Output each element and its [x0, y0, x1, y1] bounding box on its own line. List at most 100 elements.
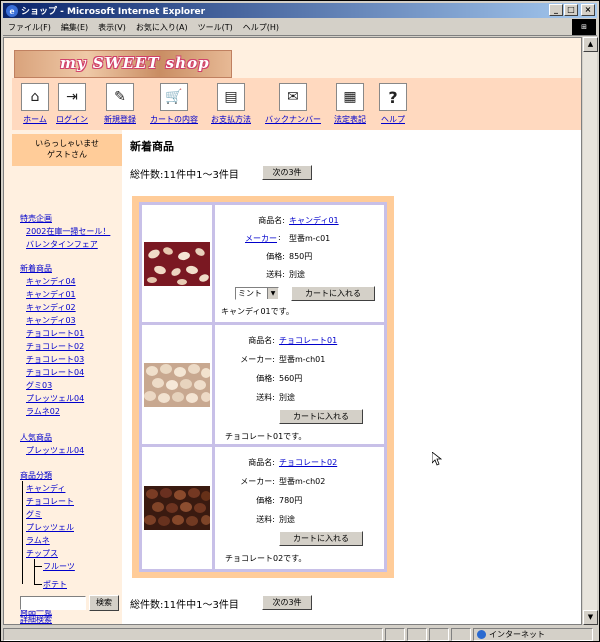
sidebar-new-title[interactable]: 新着商品: [20, 263, 52, 274]
sidebar-new-item[interactable]: プレッツェル04: [26, 393, 84, 404]
mouse-cursor-icon: [432, 452, 442, 466]
sidebar-category-title[interactable]: 商品分類: [20, 470, 52, 481]
maker-label: メーカー:: [240, 477, 275, 486]
nav-home[interactable]: ⌂ ホーム: [20, 83, 50, 125]
result-count-bottom: 総件数:11件中1～3件目: [130, 600, 239, 611]
sidebar-new-item[interactable]: グミ03: [26, 380, 52, 391]
menu-tools[interactable]: ツール(T): [193, 22, 238, 33]
sidebar-new-item[interactable]: チョコレート01: [26, 328, 84, 339]
product-shipping: 別途: [289, 270, 305, 279]
product-name-link[interactable]: キャンディ01: [289, 215, 339, 226]
search-input[interactable]: [20, 596, 86, 610]
sidebar-category[interactable]: チョコレート: [26, 496, 74, 507]
nav-help[interactable]: ? ヘルプ: [378, 83, 408, 125]
shipping-label: 送料:: [266, 270, 285, 279]
add-to-cart-button[interactable]: カートに入れる: [291, 286, 375, 301]
menu-bar: ファイル(F) 編集(E) 表示(V) お気に入り(A) ツール(T) ヘルプ(…: [3, 19, 597, 36]
sidebar-new-item[interactable]: キャンディ04: [26, 276, 76, 287]
menu-file[interactable]: ファイル(F): [3, 22, 56, 33]
nav-payment[interactable]: ▤ お支払方法: [208, 83, 254, 125]
welcome-box: いらっしゃいませ ゲストさん: [12, 134, 122, 166]
zone-label: インターネット: [489, 629, 545, 639]
sidebar-new-item[interactable]: チョコレート02: [26, 341, 84, 352]
candy-image[interactable]: [144, 241, 210, 286]
menu-view[interactable]: 表示(V): [93, 22, 131, 33]
sidebar-popular-item[interactable]: プレッツェル04: [26, 445, 84, 456]
nav-backnumber[interactable]: ✉ バックナンバー: [264, 83, 322, 125]
minimize-button[interactable]: _: [549, 4, 563, 16]
product-name-link[interactable]: チョコレート01: [279, 335, 337, 346]
sidebar-subcategory[interactable]: フルーツ: [43, 561, 75, 572]
product-image-cell: [142, 447, 212, 569]
chocolate-image[interactable]: [144, 486, 210, 530]
sidebar-item-valentine[interactable]: バレンタインフェア: [26, 239, 98, 250]
sidebar-subcategory[interactable]: ポテト: [43, 579, 67, 590]
product-description: キャンディ01です。: [221, 307, 294, 316]
chocolate-image[interactable]: [144, 362, 210, 407]
maximize-button[interactable]: □: [564, 4, 578, 16]
status-cell: [407, 627, 427, 641]
product-shipping: 別途: [279, 515, 295, 524]
tree-line: [22, 481, 23, 584]
product-price: 780円: [279, 496, 303, 505]
product-maker: 型番m-ch01: [279, 355, 326, 364]
add-to-cart-button[interactable]: カートに入れる: [279, 531, 363, 546]
next-page-button-bottom[interactable]: 次の3件: [262, 595, 312, 610]
sidebar-new-item[interactable]: チョコレート03: [26, 354, 84, 365]
product-image-cell: [142, 325, 212, 444]
sidebar-category[interactable]: ラムネ: [26, 535, 50, 546]
pen-signup-icon: ✎: [106, 83, 134, 111]
sidebar-new-item[interactable]: キャンディ02: [26, 302, 76, 313]
scroll-down-arrow-icon[interactable]: ▼: [583, 610, 598, 625]
sidebar-new-item[interactable]: キャンディ03: [26, 315, 76, 326]
logo-text: my SWEET shop: [60, 54, 210, 72]
sidebar-category[interactable]: チップス: [26, 548, 58, 559]
sidebar-category[interactable]: グミ: [26, 509, 42, 520]
name-label: 商品名:: [248, 458, 275, 467]
sidebar-popular-title[interactable]: 人気商品: [20, 432, 52, 443]
sidebar: いらっしゃいませ ゲストさん 特売企画 2002在庫一掃セール！ バレンタインフ…: [12, 130, 122, 624]
scroll-up-arrow-icon[interactable]: ▲: [583, 37, 598, 52]
flavor-select[interactable]: ミント ▼: [235, 287, 279, 300]
product-shipping: 別途: [279, 393, 295, 402]
page-viewport: my SWEET shop ⌂ ホーム ⇥ ログイン ✎ 新規登録 🛒 カートの…: [3, 37, 582, 625]
nav-login[interactable]: ⇥ ログイン: [54, 83, 90, 125]
title-bar: e ショップ - Microsoft Internet Explorer _ □…: [3, 3, 597, 18]
maker-link[interactable]: メーカー: [235, 233, 277, 244]
shop-logo[interactable]: my SWEET shop: [14, 50, 232, 78]
login-door-icon: ⇥: [58, 83, 86, 111]
product-name-link[interactable]: チョコレート02: [279, 457, 337, 468]
vertical-scrollbar[interactable]: ▲ ▼: [582, 37, 598, 625]
menu-help[interactable]: ヘルプ(H): [238, 22, 284, 33]
add-to-cart-button[interactable]: カートに入れる: [279, 409, 363, 424]
menu-edit[interactable]: 編集(E): [56, 22, 93, 33]
price-label: 価格:: [256, 374, 275, 383]
nav-legal[interactable]: ▦ 法定表記: [332, 83, 368, 125]
next-page-button[interactable]: 次の3件: [262, 165, 312, 180]
product-price: 560円: [279, 374, 303, 383]
advanced-search-link[interactable]: 詳細検索: [20, 614, 52, 624]
sidebar-item-sale[interactable]: 2002在庫一掃セール！: [26, 226, 110, 237]
sidebar-category[interactable]: プレッツェル: [26, 522, 74, 533]
nav-cart[interactable]: 🛒 カートの内容: [148, 83, 200, 125]
sidebar-new-item[interactable]: キャンディ01: [26, 289, 76, 300]
page-title: 新着商品: [130, 140, 174, 153]
sidebar-new-item[interactable]: ラムネ02: [26, 406, 60, 417]
mail-magazine-icon: ✉: [279, 83, 307, 111]
nav-signup[interactable]: ✎ 新規登録: [102, 83, 138, 125]
sidebar-new-item[interactable]: チョコレート04: [26, 367, 84, 378]
product-info-cell: 商品名: チョコレート02 メーカー: 型番m-ch02 価格: 780円 送料…: [215, 447, 384, 569]
help-icon: ?: [379, 83, 407, 111]
menu-favorites[interactable]: お気に入り(A): [131, 22, 193, 33]
product-info-cell: 商品名: キャンディ01 メーカー : 型番m-c01 価格: 850円 送料:…: [215, 205, 384, 322]
welcome-line: いらっしゃいませ: [35, 139, 99, 148]
colon: :: [278, 233, 281, 242]
close-button[interactable]: ×: [581, 4, 595, 16]
nav-bar: ⌂ ホーム ⇥ ログイン ✎ 新規登録 🛒 カートの内容 ▤ お支払方法 ✉ バ…: [12, 78, 581, 130]
search-button[interactable]: 検索: [89, 595, 119, 611]
sidebar-category[interactable]: キャンディ: [26, 483, 65, 494]
status-bar: インターネット: [3, 627, 597, 641]
name-label: 商品名:: [248, 336, 275, 345]
status-text-cell: [3, 627, 383, 641]
sidebar-special-title[interactable]: 特売企画: [20, 213, 52, 224]
